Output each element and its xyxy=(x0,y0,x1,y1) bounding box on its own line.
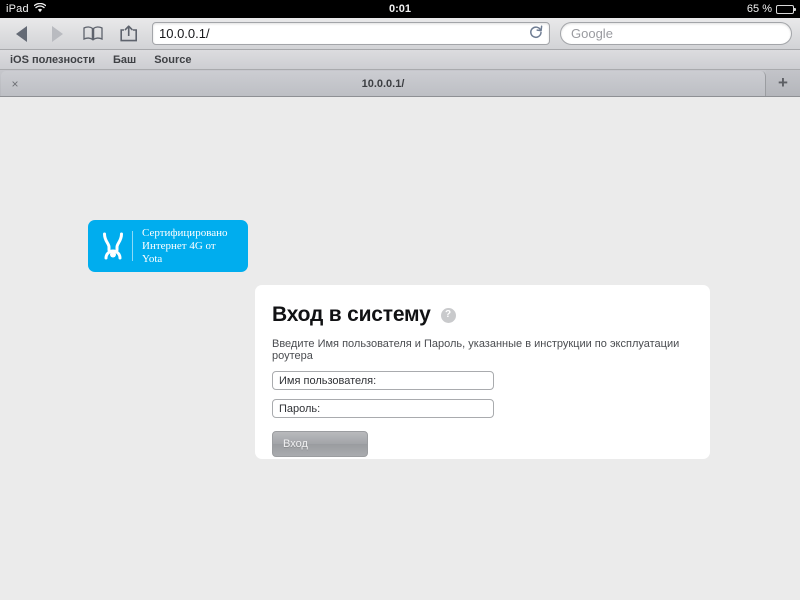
address-bar[interactable]: 10.0.0.1/ xyxy=(152,22,550,45)
username-placeholder: Имя пользователя: xyxy=(279,374,377,387)
help-question-icon[interactable]: ? xyxy=(440,307,456,323)
login-title-row: Вход в систему ? xyxy=(272,303,710,327)
battery-icon xyxy=(776,4,796,14)
page-content: Сертифицировано Интернет 4G от Yota Вход… xyxy=(0,97,800,600)
browser-toolbar: 10.0.0.1/ Google xyxy=(0,18,800,50)
new-tab-button[interactable]: + xyxy=(766,70,800,96)
carrier-label: iPad xyxy=(6,3,29,15)
url-text: 10.0.0.1/ xyxy=(159,26,210,41)
yota-certified-badge: Сертифицировано Интернет 4G от Yota xyxy=(88,220,248,272)
login-subtitle: Введите Имя пользователя и Пароль, указа… xyxy=(272,338,680,362)
login-submit-button[interactable]: Вход xyxy=(272,431,368,457)
badge-divider xyxy=(132,231,133,261)
close-icon[interactable]: × xyxy=(9,78,21,90)
status-bar-left: iPad xyxy=(6,2,47,16)
browser-tab[interactable]: × 10.0.0.1/ xyxy=(1,71,766,96)
page-title: Вход в систему xyxy=(272,303,431,326)
search-placeholder: Google xyxy=(571,26,613,41)
bookmark-item-bash[interactable]: Баш xyxy=(113,54,136,66)
bookmarks-bar: iOS полезности Баш Source xyxy=(0,50,800,70)
share-icon xyxy=(120,25,137,42)
password-input[interactable]: Пароль: xyxy=(272,399,494,418)
back-button[interactable] xyxy=(8,22,34,46)
password-placeholder: Пароль: xyxy=(279,402,321,415)
tab-bar: × 10.0.0.1/ + xyxy=(0,70,800,97)
clock-label: 0:01 xyxy=(388,3,412,15)
login-button-row: Вход xyxy=(272,431,710,457)
tab-title: 10.0.0.1/ xyxy=(361,77,405,90)
yota-badge-text: Сертифицировано Интернет 4G от Yota xyxy=(142,227,238,266)
share-button[interactable] xyxy=(116,22,142,46)
back-arrow-icon xyxy=(15,25,27,42)
reload-button[interactable] xyxy=(529,25,543,42)
book-icon xyxy=(83,26,103,41)
wifi-icon xyxy=(33,2,47,16)
login-card: Вход в систему ? Введите Имя пользовател… xyxy=(255,285,710,459)
yota-logo-icon xyxy=(98,231,128,261)
forward-arrow-icon xyxy=(51,25,63,42)
username-input[interactable]: Имя пользователя: xyxy=(272,371,494,390)
yota-badge-line1: Сертифицировано xyxy=(142,226,228,239)
forward-button[interactable] xyxy=(44,22,70,46)
ios-status-bar: iPad 0:01 65 % xyxy=(0,0,800,18)
yota-badge-line2: Интернет 4G от Yota xyxy=(142,239,216,265)
reload-icon xyxy=(530,25,543,39)
bookmarks-button[interactable] xyxy=(80,22,106,46)
battery-percent-label: 65 % xyxy=(746,3,772,15)
bookmark-item-ios[interactable]: iOS полезности xyxy=(10,54,95,66)
status-bar-right: 65 % xyxy=(746,3,796,15)
search-field[interactable]: Google xyxy=(560,22,792,45)
bookmark-item-source[interactable]: Source xyxy=(154,54,191,66)
